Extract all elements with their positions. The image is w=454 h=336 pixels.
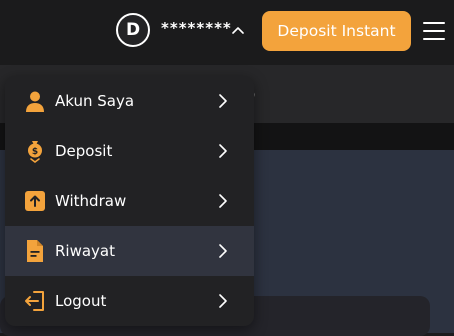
menu-item-label: Logout — [55, 292, 107, 310]
menu-item-akun-saya[interactable]: Akun Saya — [5, 76, 254, 126]
svg-text:$: $ — [32, 147, 38, 157]
menu-item-label: Akun Saya — [55, 92, 135, 110]
upload-icon — [25, 191, 45, 211]
menu-item-logout[interactable]: Logout — [5, 276, 254, 326]
chevron-right-icon — [219, 94, 227, 108]
user-icon — [26, 91, 44, 112]
avatar[interactable]: D — [116, 13, 150, 47]
chevron-right-icon — [219, 244, 227, 258]
deposit-instant-button[interactable]: Deposit Instant — [262, 11, 411, 51]
menu-item-label: Withdraw — [55, 192, 127, 210]
chevron-up-icon[interactable] — [232, 25, 244, 35]
chevron-right-icon — [219, 194, 227, 208]
account-dropdown-menu: Akun Saya $ Deposit Withdraw Riwayat Log… — [5, 76, 254, 326]
menu-item-label: Deposit — [55, 142, 113, 160]
menu-item-deposit[interactable]: $ Deposit — [5, 126, 254, 176]
menu-item-withdraw[interactable]: Withdraw — [5, 176, 254, 226]
menu-item-label: Riwayat — [55, 242, 115, 260]
username[interactable]: ******** — [161, 19, 232, 37]
hamburger-menu-icon[interactable] — [423, 22, 445, 40]
document-icon — [27, 240, 43, 262]
chevron-right-icon — [219, 294, 227, 308]
chevron-right-icon — [219, 144, 227, 158]
money-bag-icon: $ — [28, 141, 42, 163]
logout-icon — [25, 291, 44, 311]
menu-item-riwayat[interactable]: Riwayat — [5, 226, 254, 276]
